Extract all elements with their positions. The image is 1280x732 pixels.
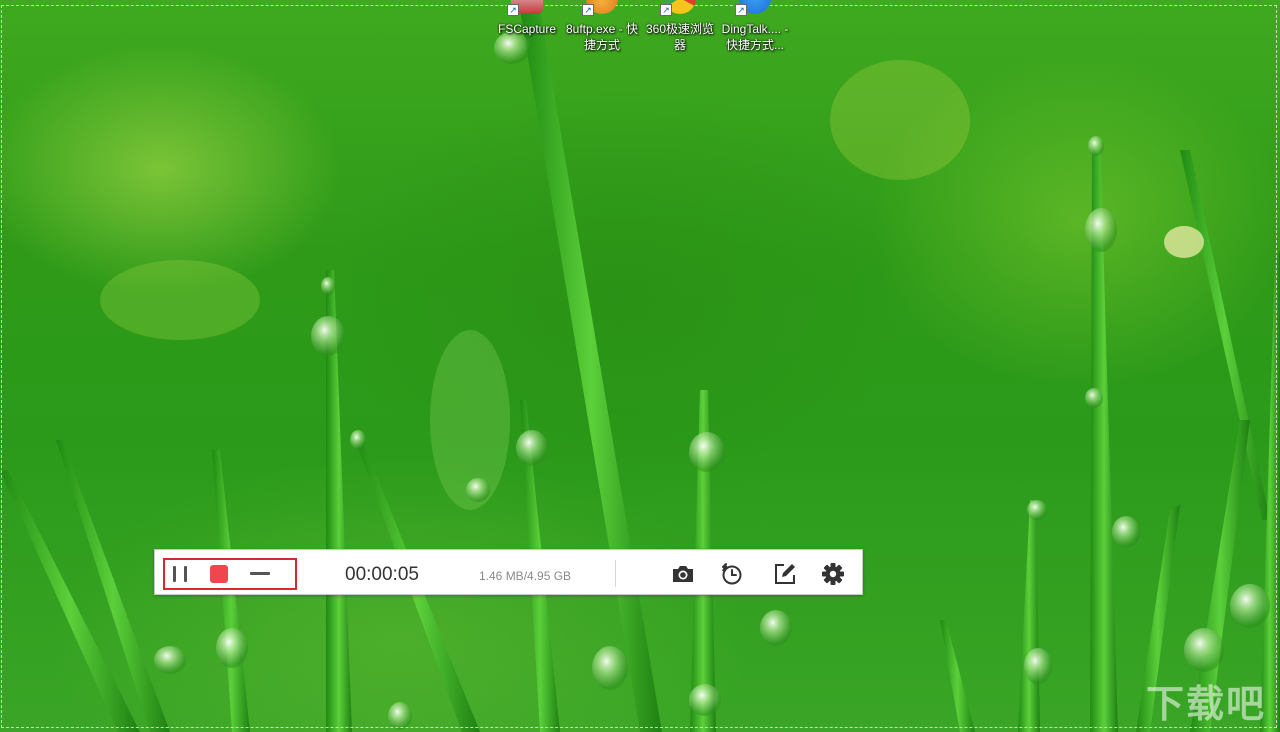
camera-icon <box>673 566 693 582</box>
shortcut-arrow-icon: ↗ <box>735 4 747 16</box>
minimize-button[interactable] <box>245 560 275 588</box>
recording-timer: 00:00:05 <box>345 564 419 585</box>
screenshot-button[interactable] <box>669 560 697 588</box>
desktop-icon-label: DingTalk.... - 快捷方式... <box>721 22 789 52</box>
schedule-recording-button[interactable] <box>718 560 746 588</box>
desktop-icon-label: 8uftp.exe - 快捷方式 <box>565 22 639 52</box>
shortcut-arrow-icon: ↗ <box>660 4 672 16</box>
stop-button[interactable] <box>205 560 233 588</box>
recording-toolbar: 00:00:05 1.46 MB/4.95 GB <box>154 549 863 595</box>
desktop-icon-label: FSCapture <box>497 22 557 36</box>
desktop-icon-label: 360极速浏览器 <box>645 22 715 52</box>
recording-controls-highlight <box>163 558 297 590</box>
gear-icon <box>822 563 844 585</box>
site-watermark-logo: 下载吧 <box>1146 682 1267 726</box>
shortcut-arrow-icon: ↗ <box>582 4 594 16</box>
settings-button[interactable] <box>819 560 847 588</box>
grass-wallpaper <box>0 10 1280 732</box>
edit-icon <box>775 564 795 584</box>
edit-button[interactable] <box>771 560 799 588</box>
pause-button[interactable] <box>167 560 195 588</box>
stop-icon <box>210 565 228 583</box>
desktop-icon-dingtalk[interactable]: ↗ DingTalk.... - 快捷方式... <box>713 0 797 52</box>
toolbar-divider <box>615 560 616 587</box>
desktop-icon-fscapture[interactable]: ↗ FSCapture <box>485 0 569 36</box>
alarm-clock-icon <box>722 563 742 585</box>
desktop-icon-360-browser[interactable]: ↗ 360极速浏览器 <box>638 0 722 52</box>
minimize-icon <box>250 572 270 575</box>
desktop-icon-8uftp[interactable]: ↗ 8uftp.exe - 快捷方式 <box>560 0 644 52</box>
desktop: ↗ FSCapture ↗ 8uftp.exe - 快捷方式 ↗ 360极速浏览… <box>0 0 1280 732</box>
file-size-readout: 1.46 MB/4.95 GB <box>479 569 572 583</box>
shortcut-arrow-icon: ↗ <box>507 4 519 16</box>
